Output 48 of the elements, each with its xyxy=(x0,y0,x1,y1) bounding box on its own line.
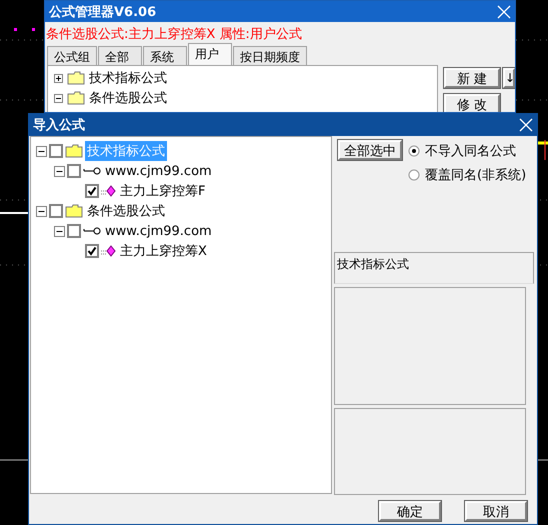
radio-button[interactable] xyxy=(408,145,420,157)
tree-item[interactable]: 主力上穿控筹X xyxy=(118,241,209,261)
cancel-button[interactable]: 取消 xyxy=(465,501,527,521)
expand-icon[interactable] xyxy=(54,74,63,82)
select-all-button[interactable]: 全部选中 xyxy=(338,140,402,160)
tab[interactable]: 全部 xyxy=(98,46,142,65)
tab[interactable]: 用户 xyxy=(188,43,232,65)
close-icon[interactable] xyxy=(519,118,533,132)
diamond-icon xyxy=(101,245,116,257)
checkbox[interactable] xyxy=(85,184,99,198)
folder-icon xyxy=(67,91,85,105)
close-icon[interactable] xyxy=(497,4,511,18)
new-button[interactable]: 新 建 xyxy=(444,68,500,88)
collapse-icon[interactable] xyxy=(54,226,65,236)
tree-item[interactable]: 技术指标公式 xyxy=(89,69,167,87)
tree-item[interactable]: www.cjm99.com xyxy=(103,222,214,240)
edit-button[interactable]: 修 改 xyxy=(444,94,500,112)
checkbox[interactable] xyxy=(49,144,63,158)
tree-item[interactable]: www.cjm99.com xyxy=(103,162,214,180)
collapse-icon[interactable] xyxy=(36,206,47,216)
diamond-icon xyxy=(101,185,116,197)
checkbox[interactable] xyxy=(67,224,81,238)
category-field: 技术指标公式 xyxy=(334,252,534,284)
tab[interactable]: 公式组 xyxy=(47,46,97,65)
folder-icon xyxy=(67,71,85,85)
window-title: 公式管理器V6.06 xyxy=(49,4,156,20)
key-icon xyxy=(83,166,101,176)
tab[interactable]: 按日期频度 xyxy=(233,46,307,65)
arrow-button[interactable]: ↓ xyxy=(503,68,515,88)
tree-item[interactable]: 条件选股公式 xyxy=(85,201,167,221)
collapse-icon[interactable] xyxy=(54,94,63,102)
folder-icon xyxy=(65,144,83,158)
checkbox[interactable] xyxy=(67,164,81,178)
formula-info: 条件选股公式:主力上穿控筹X 属性:用户公式 xyxy=(45,26,303,44)
option-label[interactable]: 不导入同名公式 xyxy=(425,142,516,160)
folder-icon xyxy=(65,204,83,218)
tab[interactable]: 系统 xyxy=(143,46,187,65)
checkbox[interactable] xyxy=(85,244,99,258)
radio-button[interactable] xyxy=(408,169,420,181)
checkbox[interactable] xyxy=(49,204,63,218)
collapse-icon[interactable] xyxy=(36,146,47,156)
collapse-icon[interactable] xyxy=(54,166,65,176)
key-icon xyxy=(83,226,101,236)
dialog-title: 导入公式 xyxy=(33,116,85,134)
ok-button[interactable]: 确定 xyxy=(379,501,441,521)
tree-item[interactable]: 条件选股公式 xyxy=(89,89,167,107)
option-label[interactable]: 覆盖同名(非系统) xyxy=(425,166,526,184)
tree-item[interactable]: 主力上穿控筹F xyxy=(118,181,208,201)
